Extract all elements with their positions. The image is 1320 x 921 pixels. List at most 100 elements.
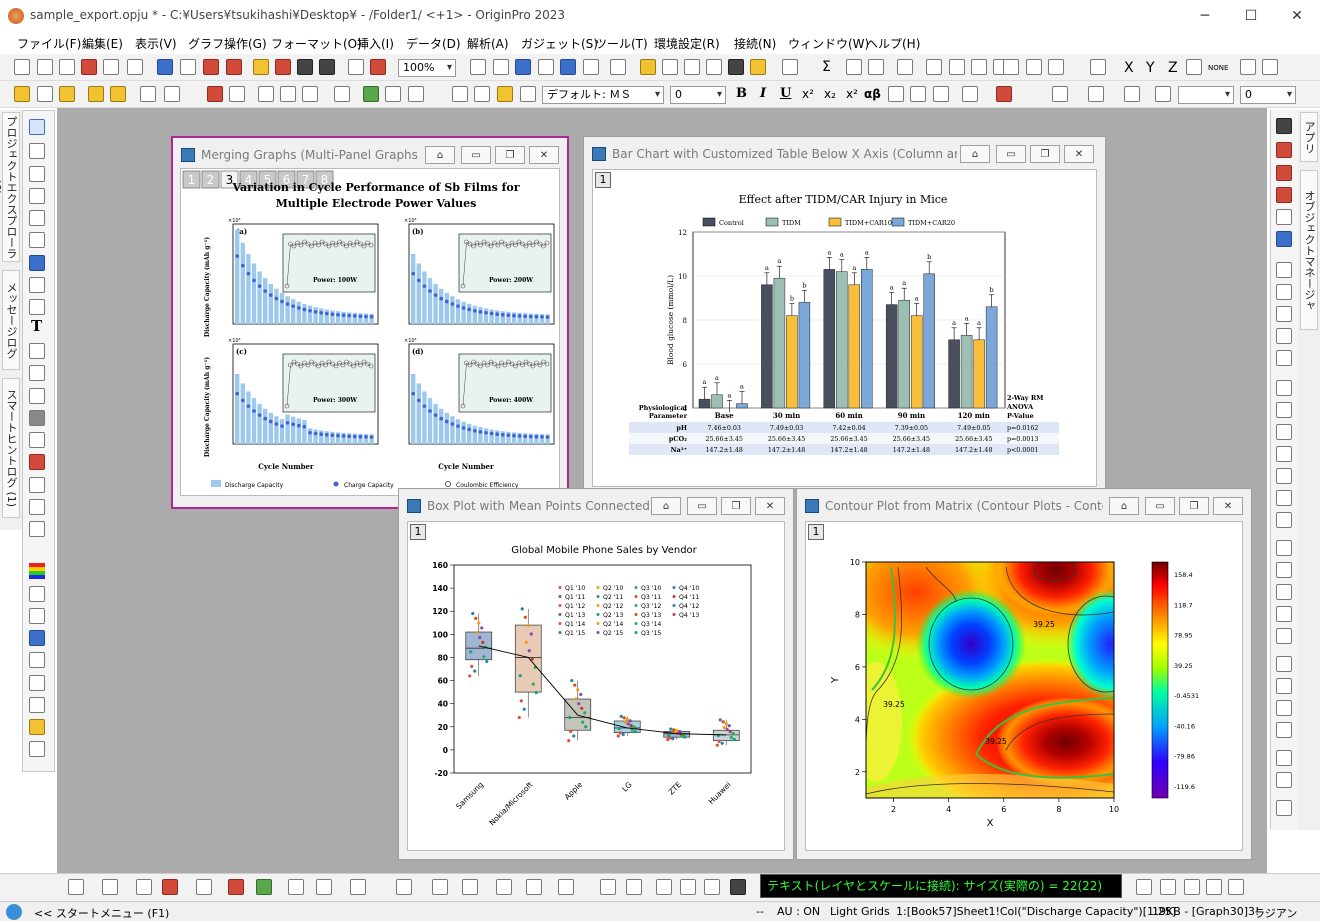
line-plot-icon[interactable] (68, 879, 84, 895)
data-selector-icon[interactable] (29, 232, 45, 248)
forward-icon[interactable] (1276, 606, 1292, 622)
set-none-button[interactable]: NONE (1208, 64, 1228, 72)
bullet-list-icon[interactable] (962, 86, 978, 102)
merge-icon[interactable] (258, 86, 274, 102)
sigma-icon[interactable]: Σ (822, 59, 831, 75)
home-button[interactable]: ⌂ (651, 497, 681, 515)
line-width-combo[interactable]: 0 (1240, 86, 1296, 104)
extract-icon[interactable] (280, 86, 296, 102)
object-icon[interactable] (29, 521, 45, 537)
new-excel-icon[interactable] (203, 59, 219, 75)
align-top-icon[interactable] (1276, 402, 1292, 418)
font-color-icon[interactable] (996, 86, 1012, 102)
annotation-icon[interactable] (29, 343, 45, 359)
add-layer-icon[interactable] (88, 86, 104, 102)
set-values-icon[interactable] (897, 59, 913, 75)
home-button[interactable]: ⌂ (425, 146, 455, 164)
mask-points-icon[interactable] (29, 299, 45, 315)
data-plot-icon[interactable] (730, 879, 746, 895)
new-project-icon[interactable] (14, 59, 30, 75)
new-function-icon[interactable] (127, 59, 143, 75)
messages-log-tab[interactable]: メッセージログ (2, 270, 20, 370)
sort-icon[interactable] (868, 59, 884, 75)
menu-view[interactable]: 表示(V) (135, 35, 177, 52)
menu-file[interactable]: ファイル(F) (17, 35, 81, 52)
save-icon[interactable] (297, 59, 313, 75)
new-graph-icon[interactable] (81, 59, 97, 75)
menu-edit[interactable]: 編集(E) (82, 35, 123, 52)
bar-chart-window[interactable]: Bar Chart with Customized Table Below X … (583, 136, 1106, 489)
contour-window[interactable]: Contour Plot from Matrix (Contour Plots … (796, 488, 1252, 860)
multi-panel-icon[interactable] (196, 879, 212, 895)
greek-button[interactable]: αβ (864, 87, 881, 101)
layer-1-button[interactable]: 1 (595, 172, 611, 188)
maximize-button[interactable]: ☐ (1228, 0, 1274, 32)
zoom-combo[interactable]: 100% (398, 59, 456, 77)
box-plot-window[interactable]: Box Plot with Mean Points Connected (Box… (398, 488, 794, 860)
ternary-icon[interactable] (316, 879, 332, 895)
zoom-out-icon[interactable] (29, 166, 45, 182)
date-icon[interactable] (29, 652, 45, 668)
clone-graph-icon[interactable] (656, 879, 672, 895)
minimize-window-button[interactable]: ▭ (687, 497, 717, 515)
graph-page[interactable]: 1 Effect after TIDM/CAR Injury in Mice Co… (592, 169, 1097, 487)
line-color-icon[interactable] (1124, 86, 1140, 102)
close-window-button[interactable]: ✕ (1213, 497, 1243, 515)
align-center-icon[interactable] (1276, 468, 1292, 484)
move-up-left-icon[interactable] (1184, 879, 1200, 895)
zoom-in-icon[interactable] (29, 143, 45, 159)
move-up-icon[interactable] (1136, 879, 1152, 895)
move-up-right-icon[interactable] (1206, 879, 1222, 895)
export-icon[interactable] (37, 86, 53, 102)
layout-two-icon[interactable] (1276, 284, 1292, 300)
new-code-icon[interactable] (226, 59, 242, 75)
menu-tools[interactable]: ツール(T) (595, 35, 648, 52)
subscript-button[interactable]: x₂ (824, 87, 836, 101)
plot-column-icon[interactable] (926, 59, 942, 75)
heatmap-icon[interactable] (496, 879, 512, 895)
paste-format-icon[interactable] (520, 86, 536, 102)
set-x-button[interactable]: X (1124, 60, 1134, 76)
close-button[interactable]: ✕ (1274, 0, 1320, 32)
insert-object-icon[interactable] (29, 719, 45, 735)
graph-page[interactable]: 12345678 Variation in Cycle Performance … (180, 168, 560, 496)
3d-plot-icon[interactable] (350, 879, 366, 895)
stair-plot-icon[interactable] (1276, 118, 1292, 134)
puzzle-icon[interactable] (29, 499, 45, 515)
flip-icon[interactable] (1276, 722, 1292, 738)
filter-reapply-icon[interactable] (1048, 59, 1064, 75)
new-workbook-icon[interactable] (37, 59, 53, 75)
font-combo[interactable]: デフォルト: ＭＳ (542, 86, 664, 104)
same-height-icon[interactable] (1276, 512, 1292, 528)
graph-page[interactable]: 1 2 4 6 8 10 2 4 6 8 10 X Y 39.25 39.25 … (805, 521, 1243, 851)
image-plot-icon[interactable] (526, 879, 542, 895)
start-menu-button[interactable]: << スタートメニュー (F1) (34, 905, 169, 921)
rectangle-tool-icon[interactable] (29, 410, 45, 426)
hand-icon[interactable] (29, 432, 45, 448)
statistics-icon[interactable] (846, 59, 862, 75)
arrange-icon[interactable] (302, 86, 318, 102)
layer-manage-icon[interactable] (140, 86, 156, 102)
menu-connectivity[interactable]: 接続(N) (734, 35, 776, 52)
minimize-window-button[interactable]: ▭ (461, 146, 491, 164)
notes-icon[interactable] (706, 59, 722, 75)
italic-button[interactable]: I (760, 86, 766, 101)
contour-plot-icon[interactable] (558, 879, 574, 895)
set-z-button[interactable]: Z (1168, 60, 1178, 76)
line-style-combo[interactable] (1178, 86, 1234, 104)
draw-data-icon[interactable] (29, 277, 45, 293)
template-library-icon[interactable] (600, 879, 616, 895)
pointer-icon[interactable] (29, 119, 45, 135)
area-plot-icon[interactable] (256, 879, 272, 895)
smart-hint-log-tab[interactable]: スマートヒントログ (1) (2, 378, 20, 518)
add-column-icon[interactable] (782, 59, 798, 75)
insert-image-icon[interactable] (29, 697, 45, 713)
scatter-plot-icon[interactable] (102, 879, 118, 895)
3d-icon[interactable] (408, 86, 424, 102)
axis-scale-icon[interactable] (1276, 165, 1292, 181)
import-icon[interactable] (14, 86, 30, 102)
duplicate-icon[interactable] (515, 59, 531, 75)
close-window-button[interactable]: ✕ (1064, 145, 1094, 163)
line-tool-icon[interactable] (29, 388, 45, 404)
dot-plot-icon[interactable] (704, 879, 720, 895)
